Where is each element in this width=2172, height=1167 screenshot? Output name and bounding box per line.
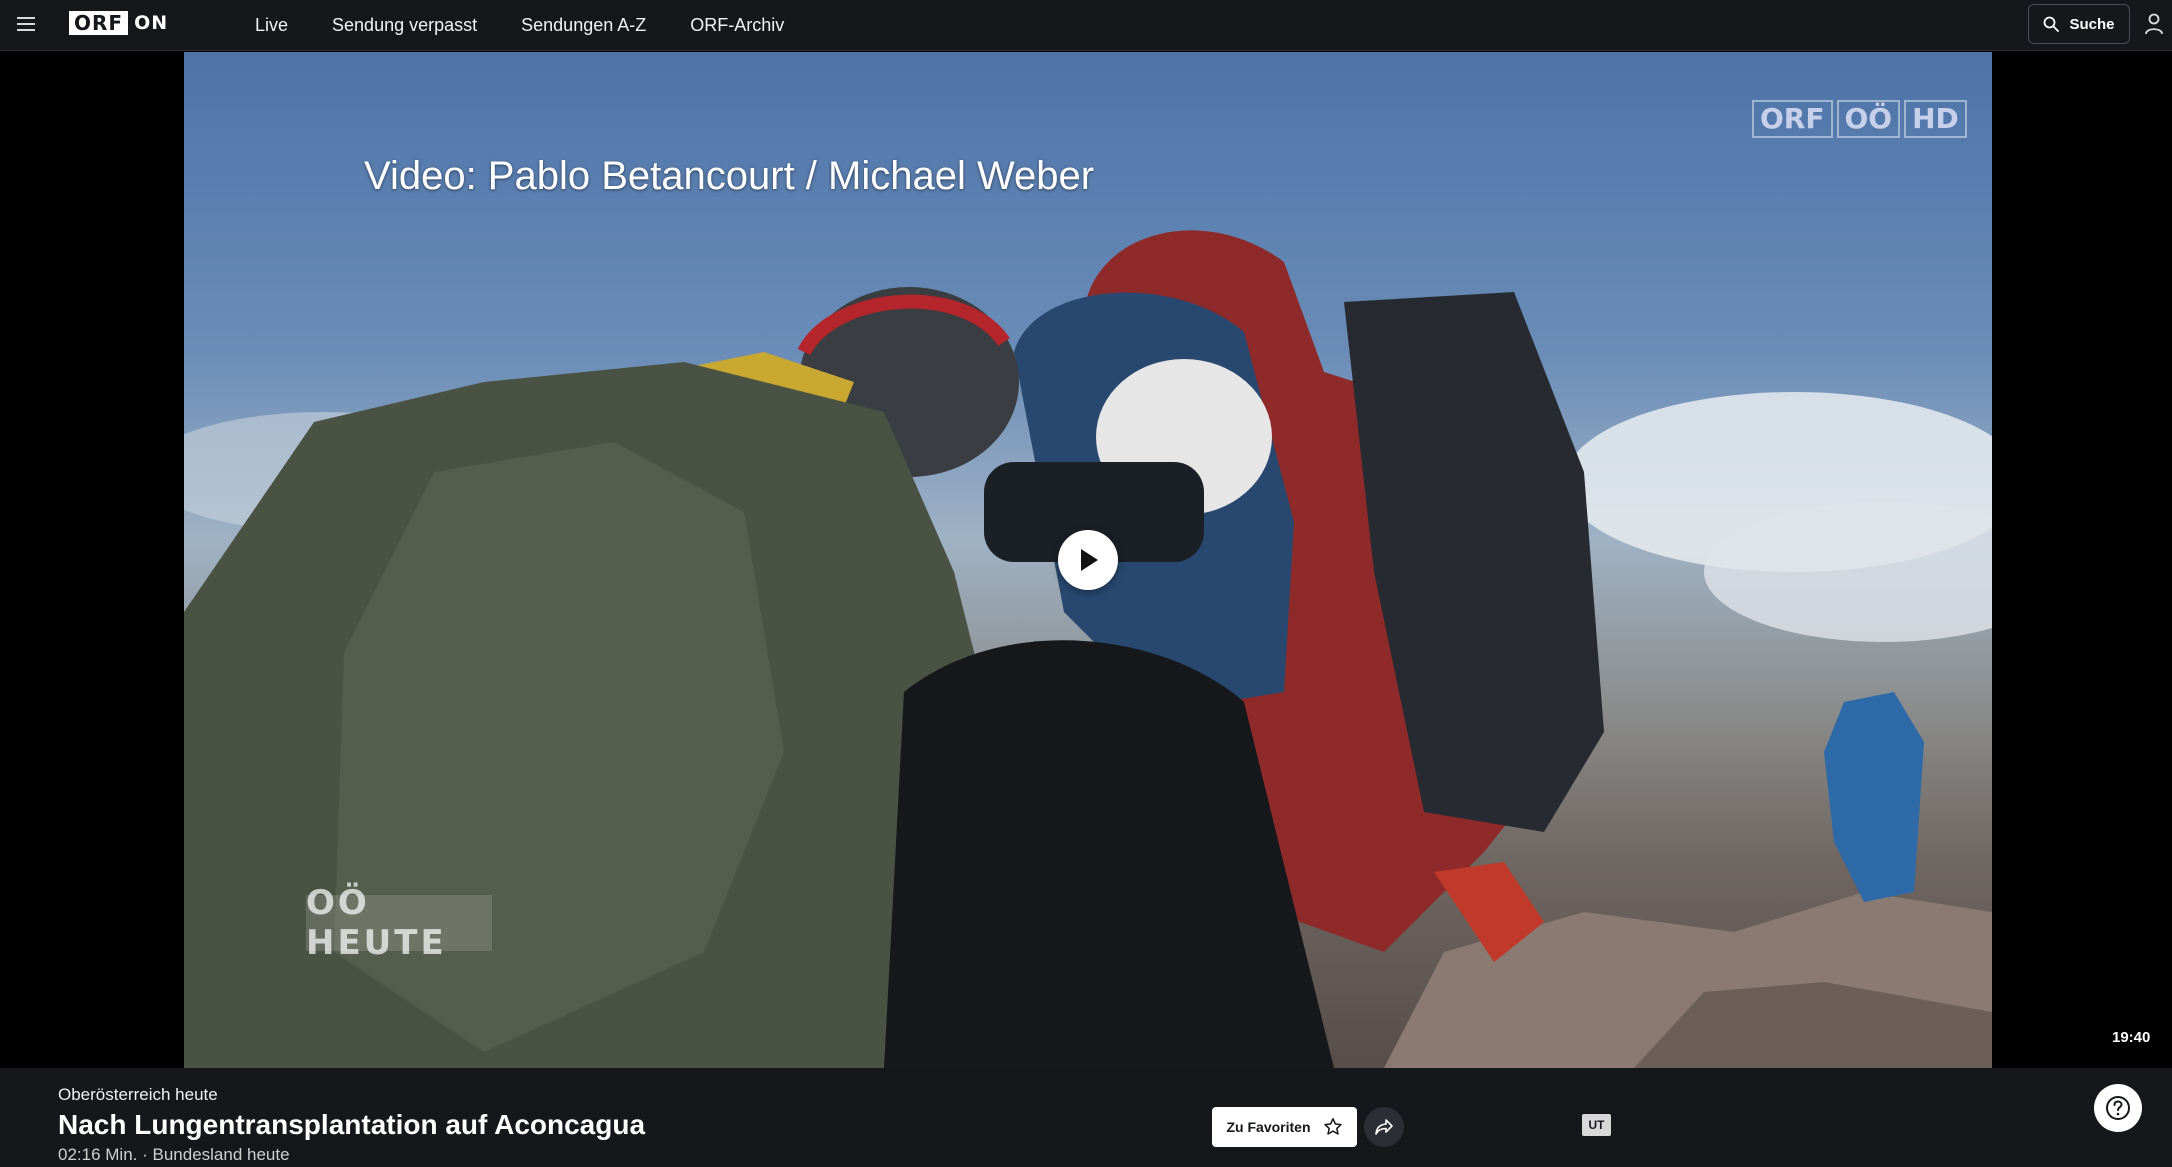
nav-item-orf-archiv[interactable]: ORF-Archiv: [690, 15, 784, 36]
help-button[interactable]: [2094, 1084, 2142, 1132]
video-caption: Video: Pablo Betancourt / Michael Weber: [364, 154, 1095, 198]
video-player: Video: Pablo Betancourt / Michael Weber …: [0, 52, 2172, 1068]
top-navigation-bar: ORF ON Live Sendung verpasst Sendungen A…: [0, 0, 2172, 51]
help-icon: [2106, 1096, 2130, 1120]
nav-item-sendungen-a-z[interactable]: Sendungen A-Z: [521, 15, 646, 36]
favorites-label: Zu Favoriten: [1226, 1119, 1311, 1135]
episode-meta: 02:16 Min. · Bundesland heute: [58, 1145, 290, 1164]
star-icon: [1323, 1118, 1342, 1135]
channel-logo-region: OÖ: [1836, 100, 1901, 138]
episode-info-bar: Oberösterreich heute Nach Lungentranspla…: [0, 1068, 2172, 1167]
search-icon: [2044, 16, 2060, 32]
episode-title: Nach Lungentransplantation auf Aconcagua: [58, 1109, 646, 1140]
share-icon: [1375, 1119, 1393, 1135]
clock-time: 19:40: [2112, 1029, 2151, 1046]
add-to-favorites-button[interactable]: Zu Favoriten: [1212, 1107, 1357, 1147]
logo-on-text: ON: [134, 12, 169, 34]
orf-on-logo[interactable]: ORF ON: [69, 11, 168, 35]
channel-logo-orf: ORF: [1752, 100, 1833, 138]
share-button[interactable]: [1364, 1107, 1404, 1147]
video-frame[interactable]: Video: Pablo Betancourt / Michael Weber …: [184, 52, 1992, 1068]
search-label: Suche: [2069, 15, 2115, 33]
hamburger-icon[interactable]: [17, 17, 35, 33]
main-nav: Live Sendung verpasst Sendungen A-Z ORF-…: [233, 0, 828, 51]
play-icon: [1081, 549, 1098, 571]
subtitle-badge[interactable]: UT: [1582, 1114, 1611, 1136]
channel-logo: ORF OÖ HD: [1752, 100, 1967, 138]
nav-item-sendung-verpasst[interactable]: Sendung verpasst: [332, 15, 477, 36]
show-watermark: OÖ HEUTE: [306, 883, 492, 963]
channel-logo-hd: HD: [1904, 100, 1967, 138]
play-button[interactable]: [1058, 530, 1118, 590]
logo-orf-text: ORF: [69, 11, 129, 35]
nav-item-live[interactable]: Live: [255, 15, 288, 36]
search-button[interactable]: Suche: [2028, 4, 2130, 44]
show-name[interactable]: Oberösterreich heute: [58, 1085, 218, 1105]
user-icon[interactable]: [2144, 13, 2164, 35]
